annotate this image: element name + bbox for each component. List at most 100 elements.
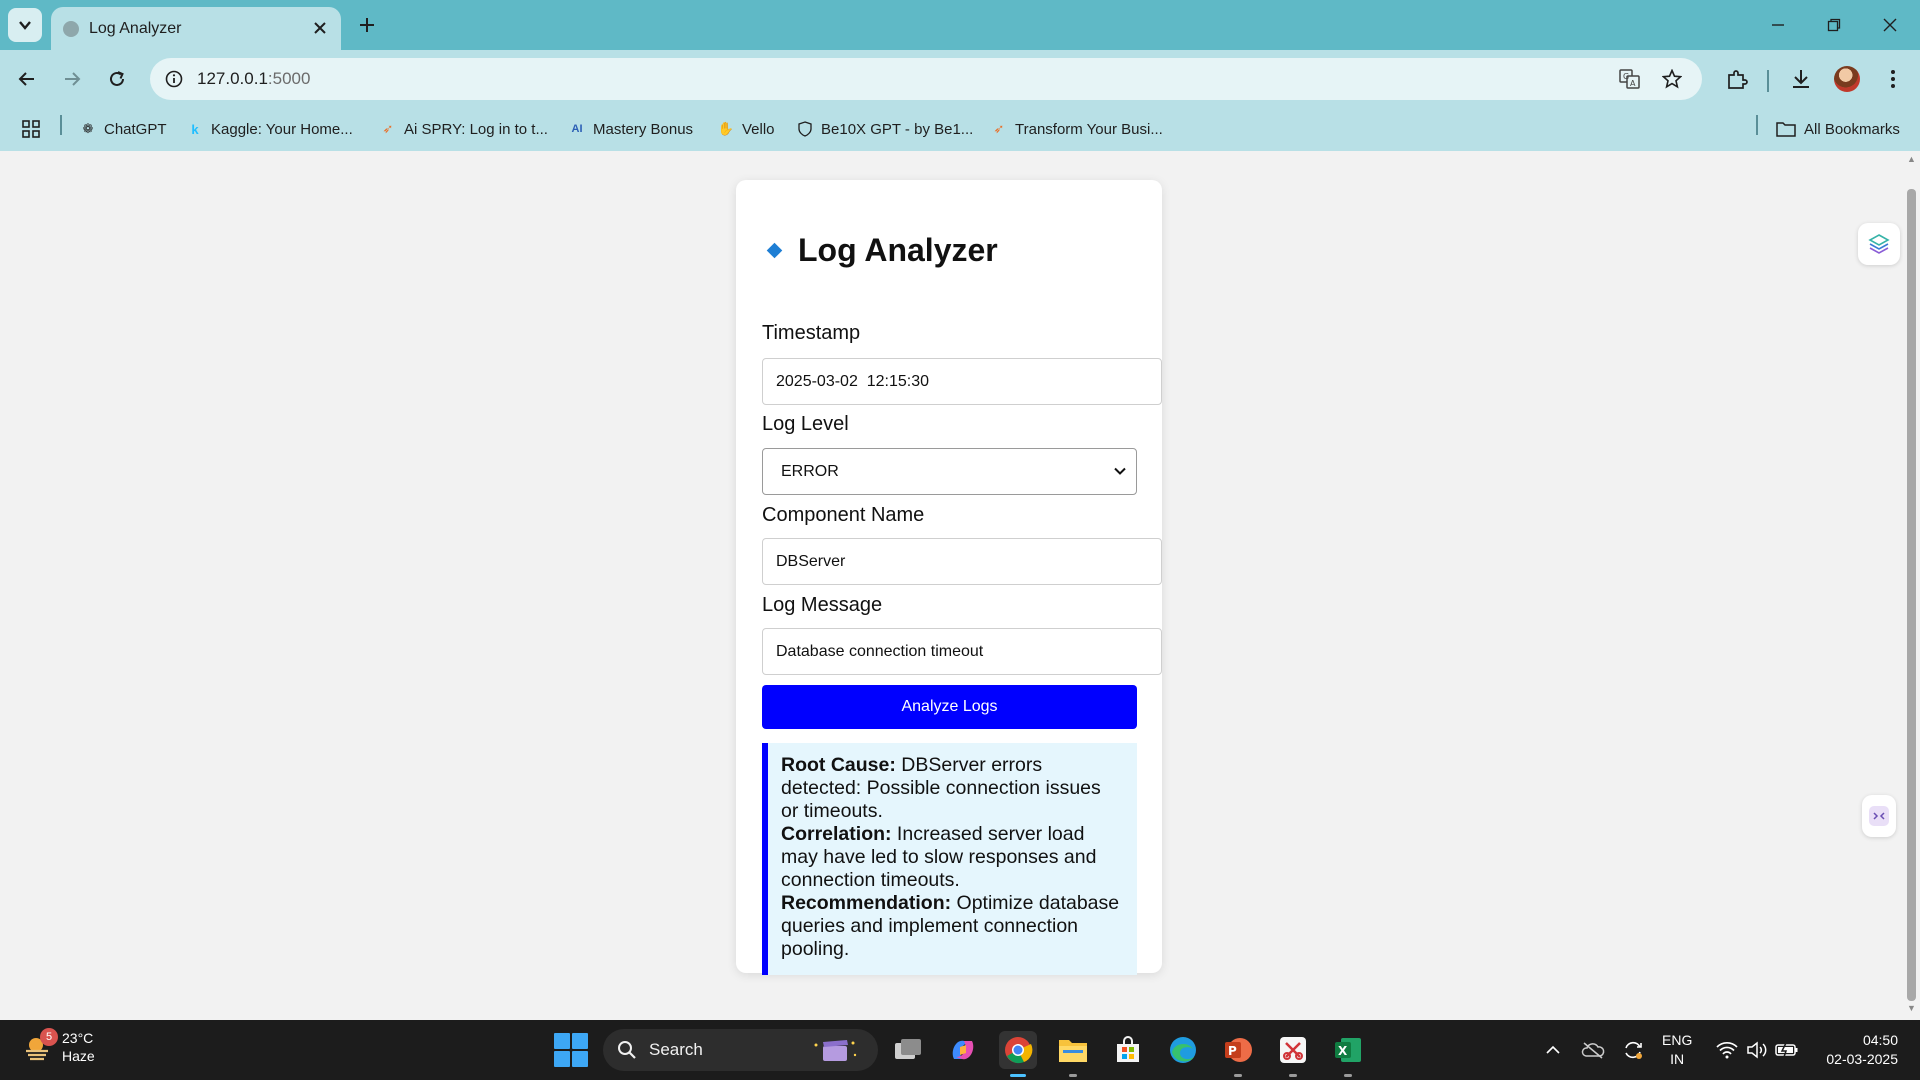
sync-button[interactable] — [1621, 1038, 1645, 1062]
minimize-button[interactable] — [1758, 8, 1798, 42]
bookmark-be10x[interactable]: Be10X GPT - by Be1... — [797, 118, 973, 140]
url-host: 127.0.0.1 — [197, 69, 268, 88]
timestamp-input[interactable]: 2025-03-02 12:15:30 — [762, 358, 1162, 405]
bookmark-label: Mastery Bonus — [593, 120, 694, 138]
log-analyzer-card: Log Analyzer Timestamp 2025-03-02 12:15:… — [736, 180, 1162, 975]
arrow-left-icon — [18, 72, 34, 86]
close-window-button[interactable] — [1870, 8, 1910, 42]
copilot-icon — [952, 1040, 974, 1060]
back-button[interactable] — [10, 62, 44, 96]
analyze-logs-button[interactable]: Analyze Logs — [762, 685, 1137, 729]
close-icon — [314, 22, 326, 34]
component-name-input[interactable]: DBServer — [762, 538, 1162, 585]
taskbar-chrome[interactable] — [999, 1031, 1037, 1077]
language-indicator[interactable]: ENG IN — [1662, 1031, 1692, 1069]
cloud-off-icon — [1581, 1042, 1605, 1059]
bookmark-ai-spry[interactable]: ➶ Ai SPRY: Log in to t... — [380, 118, 548, 140]
tab-log-analyzer[interactable]: Log Analyzer — [51, 7, 341, 50]
weather-text: 23°C Haze — [62, 1029, 95, 1065]
wifi-icon — [1716, 1041, 1738, 1059]
kaggle-icon: k — [191, 121, 199, 137]
bookmark-label: Kaggle: Your Home... — [211, 120, 353, 138]
browser-menu-button[interactable] — [1876, 62, 1910, 96]
clock-date: 02-03-2025 — [1826, 1051, 1898, 1067]
extensions-button[interactable] — [1720, 62, 1754, 96]
taskbar-edge[interactable] — [1164, 1031, 1202, 1069]
apps-button[interactable] — [22, 118, 40, 140]
minimize-icon — [1772, 24, 1784, 26]
clock[interactable]: 04:50 02-03-2025 — [1826, 1031, 1898, 1069]
bookmark-star-button[interactable] — [1659, 66, 1685, 92]
taskbar-excel[interactable]: X — [1329, 1031, 1367, 1077]
recommendation-label: Recommendation: — [781, 892, 952, 914]
all-bookmarks-button[interactable]: All Bookmarks — [1776, 118, 1900, 140]
correlation-label: Correlation: — [781, 823, 892, 845]
speaker-icon — [1747, 1041, 1767, 1059]
restore-button[interactable] — [1814, 8, 1854, 42]
address-bar[interactable]: 127.0.0.1:5000 GA — [150, 58, 1702, 100]
close-tab-button[interactable] — [309, 17, 331, 39]
translate-button[interactable]: GA — [1617, 66, 1643, 92]
plus-icon — [360, 18, 374, 32]
info-icon — [165, 70, 183, 88]
weather-widget[interactable]: 5 23°C Haze — [22, 1028, 95, 1065]
taskbar-file-explorer[interactable] — [1054, 1031, 1092, 1077]
log-message-input[interactable]: Database connection timeout — [762, 628, 1162, 675]
bookmarks-bar: ❁ ChatGPT k Kaggle: Your Home... ➶ Ai SP… — [0, 107, 1920, 151]
diamond-icon — [766, 242, 783, 259]
avatar — [1834, 66, 1860, 92]
windows-logo-icon — [554, 1033, 570, 1049]
side-panel-assistant-button[interactable] — [1862, 795, 1896, 837]
new-tab-button[interactable] — [352, 10, 382, 40]
taskbar-powerpoint[interactable]: P — [1219, 1031, 1257, 1077]
chrome-icon — [1005, 1037, 1033, 1064]
page-title: Log Analyzer — [798, 232, 998, 268]
bookmark-vello[interactable]: ✋ Vello — [718, 118, 775, 140]
windows-taskbar: 5 23°C Haze Search P X ENG IN 04:50 02-0… — [0, 1020, 1920, 1080]
running-indicator — [1344, 1074, 1352, 1077]
scroll-up-icon[interactable]: ▲ — [1907, 155, 1916, 164]
start-button[interactable] — [554, 1033, 588, 1067]
side-panel-extension-button[interactable] — [1858, 223, 1900, 265]
battery-charging-icon — [1775, 1042, 1798, 1058]
taskbar-search[interactable]: Search — [603, 1029, 878, 1071]
onedrive-button[interactable] — [1581, 1038, 1605, 1062]
puzzle-icon — [1728, 70, 1748, 89]
network-button[interactable] — [1715, 1038, 1739, 1062]
site-info-button[interactable] — [160, 65, 188, 93]
taskbar-microsoft-store[interactable] — [1109, 1031, 1147, 1069]
hand-icon: ✋ — [717, 121, 735, 136]
clapperboard-icon — [814, 1040, 857, 1061]
tab-search-button[interactable] — [8, 8, 42, 42]
bookmark-mastery-bonus[interactable]: AI Mastery Bonus — [569, 118, 694, 140]
reload-button[interactable] — [100, 62, 134, 96]
taskbar-snipping-tool[interactable] — [1274, 1031, 1312, 1077]
bookmark-chatgpt[interactable]: ❁ ChatGPT — [80, 118, 167, 140]
show-hidden-icons-button[interactable] — [1541, 1038, 1565, 1062]
root-cause-label: Root Cause: — [781, 754, 896, 776]
task-view-icon — [895, 1039, 921, 1059]
volume-button[interactable] — [1745, 1038, 1769, 1062]
tab-title: Log Analyzer — [89, 20, 182, 37]
bookmarks-divider — [1756, 115, 1758, 135]
scroll-thumb[interactable] — [1907, 189, 1916, 1001]
log-level-select[interactable]: ERROR — [762, 448, 1137, 495]
analysis-result-panel: Root Cause: DBServer errors detected: Po… — [762, 743, 1137, 975]
scroll-down-icon[interactable]: ▼ — [1907, 1004, 1916, 1013]
page-scrollbar[interactable]: ▲ ▼ — [1903, 151, 1920, 1020]
forward-button[interactable] — [55, 62, 89, 96]
bookmark-transform[interactable]: ➶ Transform Your Busi... — [991, 118, 1163, 140]
star-icon — [1662, 69, 1682, 89]
download-icon — [1793, 70, 1809, 88]
sync-icon — [1625, 1041, 1642, 1059]
downloads-button[interactable] — [1784, 62, 1818, 96]
rocket-icon: ➶ — [993, 121, 1005, 136]
copilot-button[interactable] — [944, 1031, 982, 1069]
profile-button[interactable] — [1830, 62, 1864, 96]
task-view-button[interactable] — [889, 1031, 927, 1069]
bookmark-label: Transform Your Busi... — [1015, 120, 1163, 138]
svg-text:A: A — [1630, 79, 1636, 88]
gpt-shield-icon — [797, 121, 813, 137]
battery-button[interactable] — [1775, 1038, 1799, 1062]
bookmark-kaggle[interactable]: k Kaggle: Your Home... — [187, 118, 353, 140]
